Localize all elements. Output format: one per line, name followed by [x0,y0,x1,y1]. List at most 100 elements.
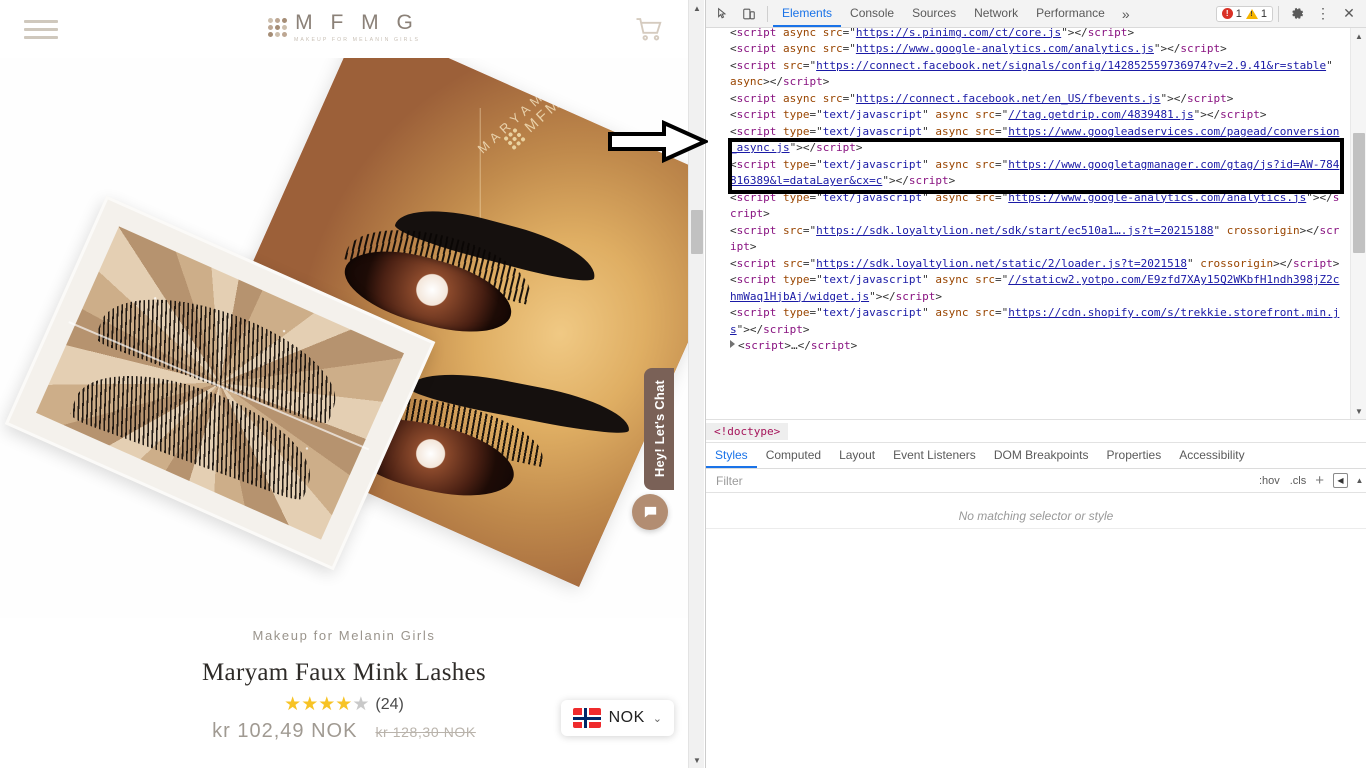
dom-line[interactable]: <script src="https://sdk.loyaltylion.net… [720,256,1343,273]
breadcrumb-item-doctype[interactable]: <!doctype> [706,423,788,440]
code-token: script [1220,108,1260,121]
dom-line[interactable]: <script async src="https://www.google-an… [720,41,1343,58]
tab-dom-breakpoints[interactable]: DOM Breakpoints [985,443,1098,468]
close-icon[interactable]: ✕ [1336,2,1362,26]
warning-badge[interactable]: 1 [1246,8,1267,20]
hamburger-menu-icon[interactable] [24,16,58,42]
source-url-link[interactable]: https://www.google-analytics.com/analyti… [1008,191,1306,204]
gear-icon[interactable] [1284,2,1310,26]
code-token: async [935,125,968,138]
tab-properties[interactable]: Properties [1098,443,1171,468]
warning-count: 1 [1261,8,1267,20]
tab-event-listeners[interactable]: Event Listeners [884,443,985,468]
dom-source-lines[interactable]: <script type="text/javascript" async src… [706,28,1351,358]
tab-styles[interactable]: Styles [706,443,757,468]
page-scrollbar-thumb[interactable] [691,210,703,254]
dom-line[interactable]: <script type="text/javascript" async src… [720,124,1343,157]
code-token: > [1273,257,1280,270]
code-token: script [896,290,936,303]
code-token: script [737,257,777,270]
code-token: src [975,191,995,204]
inspect-element-icon[interactable] [710,2,736,26]
review-count[interactable]: (24) [375,696,403,714]
source-url-link[interactable]: https://connect.facebook.net/en_US/fbeve… [856,92,1161,105]
tab-network[interactable]: Network [965,0,1027,27]
tab-accessibility[interactable]: Accessibility [1170,443,1253,468]
code-token: script [737,273,777,286]
chat-tab-button[interactable]: Hey! Let's Chat [644,368,674,490]
code-token: script [783,75,823,88]
code-token: type [783,108,810,121]
tab-console[interactable]: Console [841,0,903,27]
shopping-cart-icon[interactable] [634,14,664,44]
elements-scrollbar[interactable]: ▲ ▼ [1350,28,1366,419]
dom-line[interactable]: <script src="https://connect.facebook.ne… [720,58,1343,91]
tab-computed[interactable]: Computed [757,443,830,468]
dom-line[interactable]: <script type="text/javascript" async src… [720,107,1343,124]
code-token: =" [810,125,823,138]
currency-label: NOK [609,709,645,727]
dom-line[interactable]: <script async src="https://s.pinimg.com/… [720,28,1343,41]
elements-tree[interactable]: <script type="text/javascript" async src… [706,28,1366,420]
brand-tagline: MAKEUP FOR MELANIN GIRLS [294,37,420,43]
tab-elements[interactable]: Elements [773,0,841,27]
dom-line[interactable]: <script async src="https://connect.faceb… [720,91,1343,108]
cls-button[interactable]: .cls [1285,475,1312,487]
expand-triangle-icon[interactable] [730,340,735,348]
tab-layout[interactable]: Layout [830,443,884,468]
scroll-down-icon[interactable]: ▼ [689,752,704,768]
more-vertical-icon[interactable]: ⋮ [1310,2,1336,26]
code-token: async [935,158,968,171]
dom-line[interactable]: <script type="text/javascript" async src… [720,157,1343,190]
code-token: script [737,59,777,72]
source-url-link[interactable]: https://connect.facebook.net/signals/con… [816,59,1326,72]
breadcrumb[interactable]: <!doctype> [706,420,1366,443]
source-url-link[interactable]: https://sdk.loyaltylion.net/static/2/loa… [816,257,1187,270]
source-url-link[interactable]: //tag.getdrip.com/4839481.js [1008,108,1193,121]
new-style-rule-button[interactable]: + [1311,472,1328,489]
code-token: > [1127,28,1134,39]
code-token: =" [810,108,823,121]
dom-line[interactable]: <script type="text/javascript" async src… [720,272,1343,305]
code-token: </ [896,174,909,187]
code-token [776,224,783,237]
code-token: =" [810,306,823,319]
product-price: kr 102,49 NOK [212,720,357,743]
elements-scroll-down-icon[interactable]: ▼ [1351,403,1366,419]
product-vendor[interactable]: Makeup for Melanin Girls [0,628,688,643]
dom-line[interactable]: <script type="text/javascript" async src… [720,190,1343,223]
source-url-link[interactable]: https://www.google-analytics.com/analyti… [856,42,1154,55]
dom-line[interactable]: <script type="text/javascript" async src… [720,305,1343,338]
code-token: =" [843,92,856,105]
screenshot-root: M F M G MAKEUP FOR MELANIN GIRLS [0,0,1366,768]
toggle-panel-icon[interactable]: ◀ [1333,473,1348,488]
device-toolbar-icon[interactable] [736,2,762,26]
code-token: "> [1306,191,1319,204]
elements-scrollbar-thumb[interactable] [1353,133,1365,253]
hov-button[interactable]: :hov [1254,475,1285,487]
web-page-content: M F M G MAKEUP FOR MELANIN GIRLS [0,0,688,768]
code-token: text/javascript [823,158,922,171]
page-scrollbar[interactable]: ▲ ▼ [688,0,704,768]
dom-line[interactable]: <script>…</script> [720,338,1343,355]
code-token: script [737,158,777,171]
code-token: > [935,290,942,303]
code-token: " [1326,59,1339,72]
tab-sources[interactable]: Sources [903,0,965,27]
dom-line[interactable]: <script src="https://sdk.loyaltylion.net… [720,223,1343,256]
filter-input[interactable] [714,473,1254,489]
code-token: </ [1207,108,1220,121]
chat-bubble-icon[interactable] [632,494,668,530]
elements-scroll-up-icon[interactable]: ▲ [1351,28,1366,44]
source-url-link[interactable]: https://s.pinimg.com/ct/core.js [856,28,1061,39]
currency-selector[interactable]: NOK ⌄ [561,700,674,736]
scroll-up-icon[interactable]: ▲ [689,0,704,16]
styles-scroll-up-icon[interactable]: ▲ [1353,476,1366,485]
error-badge[interactable]: ! 1 [1222,8,1242,20]
source-url-link[interactable]: https://sdk.loyaltylion.net/sdk/start/ec… [816,224,1213,237]
tab-performance[interactable]: Performance [1027,0,1114,27]
right-pointing-arrow-annotation [608,120,708,164]
product-image[interactable]: MFMG MARYAM [0,58,688,618]
issues-badges[interactable]: ! 1 1 [1216,6,1273,22]
more-tabs-icon[interactable]: » [1114,0,1138,27]
